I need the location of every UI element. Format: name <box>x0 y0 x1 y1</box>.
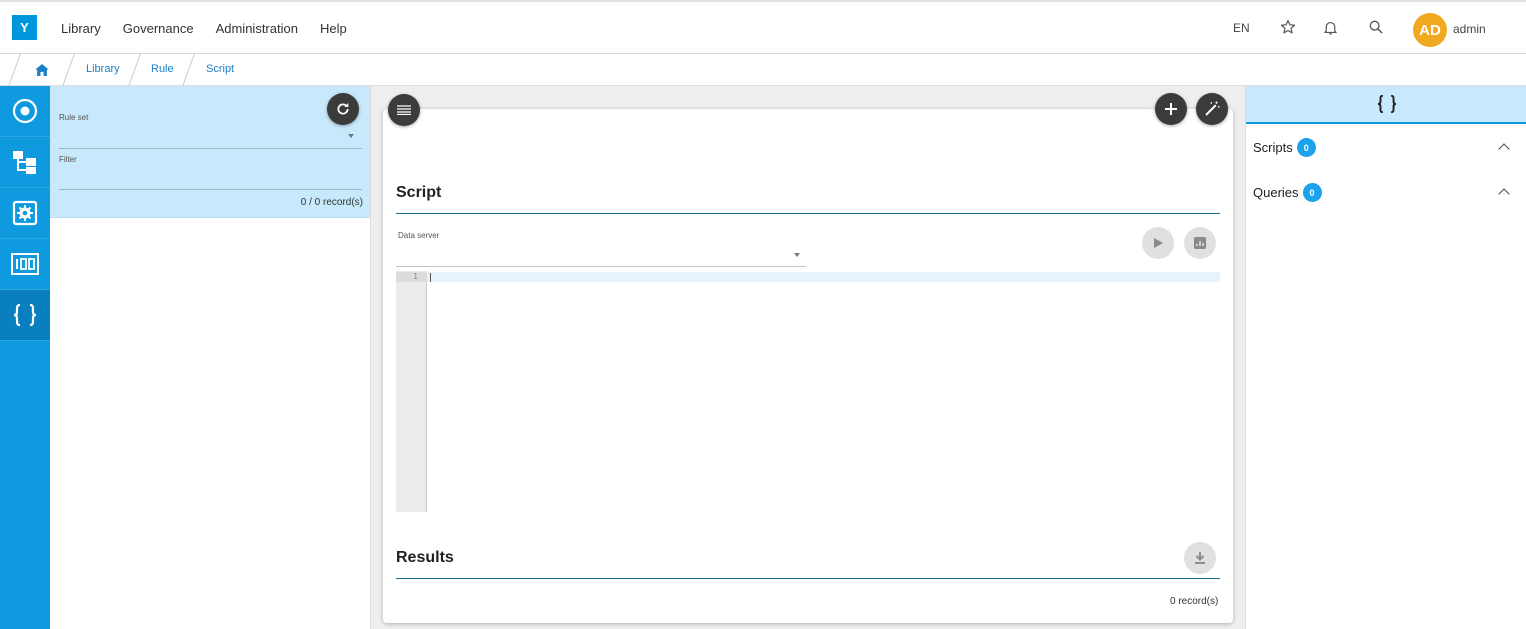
chevron-up-icon[interactable] <box>1498 143 1510 155</box>
rule-set-label: Rule set <box>59 113 89 122</box>
code-editor[interactable]: 1 <box>396 271 1220 512</box>
main-menu: Library Governance Administration Help <box>50 2 358 54</box>
explain-button[interactable] <box>1184 227 1216 259</box>
magic-wand-icon <box>1205 101 1220 116</box>
breadcrumb-separator <box>128 54 141 86</box>
results-section-title: Results <box>396 549 454 566</box>
menu-item-administration[interactable]: Administration <box>205 21 309 36</box>
rule-gear-icon <box>12 200 38 226</box>
breadcrumb-separator <box>8 54 21 86</box>
rule-set-select[interactable] <box>59 148 362 149</box>
scripts-count-badge: 0 <box>1296 138 1316 157</box>
magic-wand-button[interactable] <box>1196 93 1228 125</box>
editor-gutter <box>396 271 427 512</box>
queries-section-toggle[interactable]: Queries 0 <box>1253 183 1322 202</box>
chart-icon <box>1194 237 1206 249</box>
data-server-label: Data server <box>398 231 440 240</box>
script-section-title: Script <box>396 184 442 201</box>
active-line[interactable] <box>427 272 1220 282</box>
download-button[interactable] <box>1184 542 1216 574</box>
hierarchy-icon <box>13 151 36 174</box>
refresh-button[interactable] <box>327 93 359 125</box>
app-logo[interactable]: Y <box>12 15 37 40</box>
rail-item-hierarchy[interactable] <box>0 137 50 188</box>
add-button[interactable] <box>1155 93 1187 125</box>
rail-item-script[interactable] <box>0 290 50 341</box>
breadcrumb-separator <box>62 54 75 86</box>
curly-braces-icon <box>1377 95 1396 113</box>
download-icon <box>1195 552 1205 564</box>
user-avatar[interactable]: AD <box>1413 13 1447 47</box>
script-section-divider <box>396 213 1220 214</box>
results-record-count: 0 record(s) <box>1170 596 1219 607</box>
chevron-down-icon[interactable] <box>794 253 800 257</box>
text-cursor <box>430 273 431 282</box>
breadcrumb-library[interactable]: Library <box>86 63 120 75</box>
breadcrumb-rule[interactable]: Rule <box>151 63 174 75</box>
rail-item-scores[interactable] <box>0 239 50 290</box>
search-icon[interactable] <box>1366 17 1386 37</box>
username[interactable]: admin <box>1453 22 1486 36</box>
run-button[interactable] <box>1142 227 1174 259</box>
refresh-icon <box>337 103 349 115</box>
queries-count-badge: 0 <box>1302 183 1322 202</box>
target-icon <box>12 98 38 124</box>
star-icon[interactable] <box>1278 17 1298 37</box>
chevron-up-icon[interactable] <box>1498 188 1510 200</box>
bell-icon[interactable] <box>1320 17 1340 37</box>
rail-item-rules[interactable] <box>0 188 50 239</box>
menu-toggle-button[interactable] <box>388 94 420 126</box>
menu-item-library[interactable]: Library <box>50 21 112 36</box>
list-icon <box>397 105 411 115</box>
filter-area: Rule set Filter 0 / 0 record(s) <box>50 86 370 218</box>
results-section-divider <box>396 578 1220 579</box>
queries-label: Queries <box>1253 185 1299 200</box>
breadcrumb-separator <box>182 54 195 86</box>
line-number: 1 <box>413 272 418 281</box>
home-icon[interactable] <box>33 61 51 79</box>
scripts-panel: Scripts 0 Queries 0 <box>1245 86 1526 629</box>
plus-icon <box>1165 103 1177 115</box>
play-icon <box>1154 238 1163 248</box>
data-server-select[interactable] <box>396 266 806 267</box>
breadcrumb-script[interactable]: Script <box>206 63 234 75</box>
scripts-panel-header <box>1246 86 1526 124</box>
menu-item-help[interactable]: Help <box>309 21 358 36</box>
top-navigation-bar: Y Library Governance Administration Help… <box>0 0 1526 54</box>
breadcrumb: Library Rule Script <box>0 54 1526 86</box>
scripts-label: Scripts <box>1253 140 1293 155</box>
scripts-section-toggle[interactable]: Scripts 0 <box>1253 138 1316 157</box>
language-selector[interactable]: EN <box>1233 21 1250 35</box>
chevron-down-icon[interactable] <box>348 134 354 138</box>
filter-input[interactable] <box>59 189 362 190</box>
side-rail <box>0 86 50 629</box>
menu-item-governance[interactable]: Governance <box>112 21 205 36</box>
record-count: 0 / 0 record(s) <box>300 197 363 208</box>
curly-braces-icon <box>13 303 37 327</box>
rail-item-overview[interactable] <box>0 86 50 137</box>
rule-list-panel: Rule set Filter 0 / 0 record(s) <box>50 86 371 629</box>
filter-label: Filter <box>59 155 77 164</box>
score-100-icon <box>11 253 39 275</box>
